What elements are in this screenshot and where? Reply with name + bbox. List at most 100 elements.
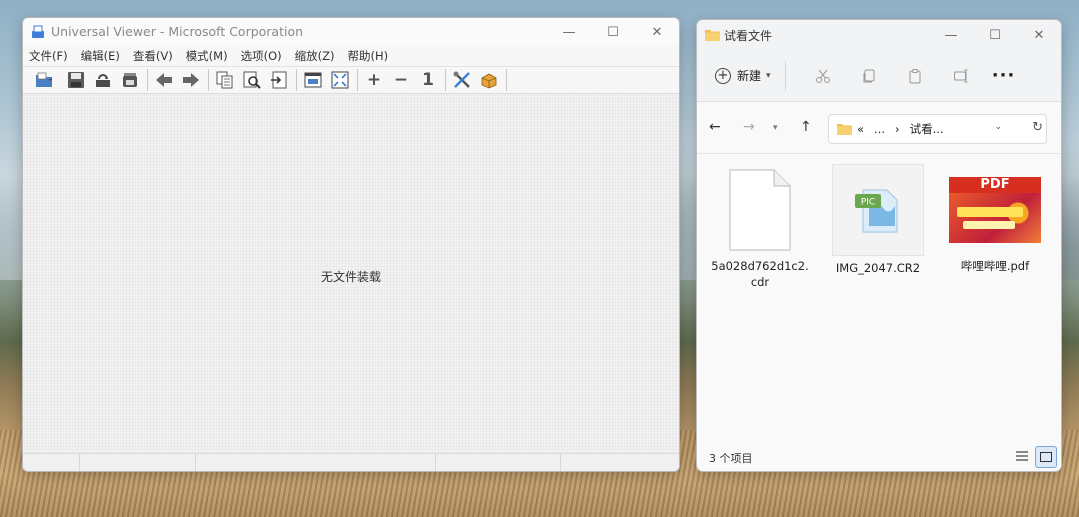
zoom-original-button[interactable]: 1	[415, 68, 441, 92]
back-button[interactable]: ←	[709, 119, 721, 135]
explorer-window-controls: — ☐ ✕	[929, 20, 1061, 48]
viewer-status-bar	[23, 453, 679, 471]
menu-mode[interactable]: 模式(M)	[186, 46, 228, 66]
breadcrumb-ellipsis[interactable]: ...	[874, 122, 885, 136]
rename-button[interactable]	[938, 68, 984, 84]
explorer-title-bar[interactable]: 试看文件 — ☐ ✕	[697, 20, 1061, 50]
close-button[interactable]: ✕	[635, 18, 679, 46]
pdf-badge: PDF	[980, 177, 1010, 192]
cut-button[interactable]	[800, 68, 846, 84]
menu-help[interactable]: 帮助(H)	[347, 46, 388, 66]
menu-file[interactable]: 文件(F)	[29, 46, 68, 66]
file-name: IMG_2047.CR2	[835, 261, 921, 275]
toolbar-separator	[357, 69, 358, 91]
menu-zoom[interactable]: 缩放(Z)	[295, 46, 335, 66]
new-label: 新建	[737, 69, 762, 83]
maximize-icon: ☐	[989, 27, 1001, 43]
file-item[interactable]: 5a028d762d1c2.cdr	[710, 164, 810, 290]
toolbar-separator	[506, 69, 507, 91]
tools-button[interactable]	[449, 68, 475, 92]
refresh-button[interactable]: ↻	[1032, 120, 1043, 135]
toolbar-separator	[147, 69, 148, 91]
status-cell	[561, 454, 679, 471]
close-icon: ✕	[651, 24, 663, 40]
open-icon	[36, 72, 52, 87]
copy-button[interactable]	[212, 68, 238, 92]
viewer-menu-bar: 文件(F) 编辑(E) 查看(V) 模式(M) 选项(O) 缩放(Z) 帮助(H…	[23, 46, 679, 66]
command-separator	[784, 60, 786, 91]
explorer-title: 试看文件	[724, 29, 773, 43]
previous-button[interactable]	[151, 68, 177, 92]
minimize-button[interactable]: —	[929, 20, 973, 50]
viewer-title: Universal Viewer - Microsoft Corporation	[51, 24, 304, 39]
toolbar-separator	[208, 69, 209, 91]
status-cell	[23, 454, 80, 471]
breadcrumb-current[interactable]: 试看...	[910, 121, 944, 137]
forward-button[interactable]: →	[743, 119, 755, 135]
status-cell	[80, 454, 196, 471]
pdf-cover-image: PDF	[949, 177, 1041, 243]
menu-edit[interactable]: 编辑(E)	[81, 46, 120, 66]
reload-icon	[96, 74, 110, 87]
viewer-content-area[interactable]: 无文件装载	[23, 94, 679, 453]
menu-view[interactable]: 查看(V)	[133, 46, 173, 66]
toolbar-separator	[445, 69, 446, 91]
next-icon	[183, 73, 199, 87]
pic-file-icon: PIC	[832, 164, 924, 256]
more-options-button[interactable]: ···	[984, 65, 1024, 86]
copy-button[interactable]	[846, 68, 892, 84]
toolbar-separator	[296, 69, 297, 91]
cut-icon	[815, 69, 830, 83]
details-view-icon[interactable]	[1015, 450, 1029, 462]
minimize-icon: —	[944, 27, 958, 43]
minimize-button[interactable]: —	[547, 18, 591, 46]
export-icon	[271, 71, 287, 89]
viewer-title-bar[interactable]: Universal Viewer - Microsoft Corporation…	[23, 18, 679, 46]
universal-viewer-window: Universal Viewer - Microsoft Corporation…	[22, 17, 680, 472]
close-icon: ✕	[1033, 27, 1045, 43]
export-button[interactable]	[266, 68, 292, 92]
close-button[interactable]: ✕	[1017, 20, 1061, 50]
up-button[interactable]: ↑	[800, 119, 812, 135]
viewer-app-icon	[32, 25, 44, 38]
minimize-icon: —	[562, 24, 576, 40]
menu-options[interactable]: 选项(O)	[241, 46, 282, 66]
reload-button[interactable]	[90, 68, 116, 92]
zoom-in-button[interactable]: +	[361, 68, 387, 92]
folder-icon	[837, 124, 852, 135]
plugin-icon	[481, 73, 497, 89]
address-bar[interactable]: « ... › 试看... ⌄	[828, 114, 1047, 144]
fullscreen-icon	[331, 71, 349, 89]
maximize-button[interactable]: ☐	[591, 18, 635, 46]
explorer-navigation-bar: ← → ▾ ↑ « ... › 试看... ⌄ ↻	[697, 102, 1061, 154]
save-button[interactable]	[63, 68, 89, 92]
rename-icon	[953, 69, 968, 82]
blank-file-icon	[710, 164, 810, 256]
maximize-button[interactable]: ☐	[973, 20, 1017, 50]
open-button[interactable]	[26, 68, 62, 92]
recent-locations-button[interactable]: ▾	[773, 123, 778, 133]
large-icons-view-button[interactable]	[1035, 446, 1057, 468]
print-button[interactable]	[117, 68, 143, 92]
maximize-icon: ☐	[607, 24, 619, 40]
address-history-button[interactable]: ⌄	[994, 122, 1002, 132]
paste-button[interactable]	[892, 68, 938, 84]
file-item[interactable]: PDF 哔哩哔哩.pdf	[945, 164, 1045, 274]
file-name: 5a028d762d1c2.cdr	[711, 259, 809, 289]
zoom-out-icon: −	[393, 70, 409, 90]
find-button[interactable]	[239, 68, 265, 92]
folder-icon	[705, 30, 720, 41]
breadcrumb-overflow[interactable]: «	[857, 122, 864, 136]
file-explorer-window: 试看文件 — ☐ ✕ + 新建 ▾ ··· ← → ▾ ↑ « ... › 试看…	[696, 19, 1062, 472]
file-item[interactable]: PIC IMG_2047.CR2	[828, 164, 928, 276]
fullscreen-button[interactable]	[327, 68, 353, 92]
next-button[interactable]	[178, 68, 204, 92]
chevron-down-icon: ▾	[766, 70, 771, 81]
zoom-out-button[interactable]: −	[388, 68, 414, 92]
zoom-in-icon: +	[366, 70, 382, 90]
tools-icon	[453, 71, 470, 88]
new-button[interactable]: + 新建 ▾	[715, 67, 771, 84]
window-button[interactable]	[300, 68, 326, 92]
file-name: 哔哩哔哩.pdf	[960, 259, 1030, 273]
plugin-button[interactable]	[476, 68, 502, 92]
